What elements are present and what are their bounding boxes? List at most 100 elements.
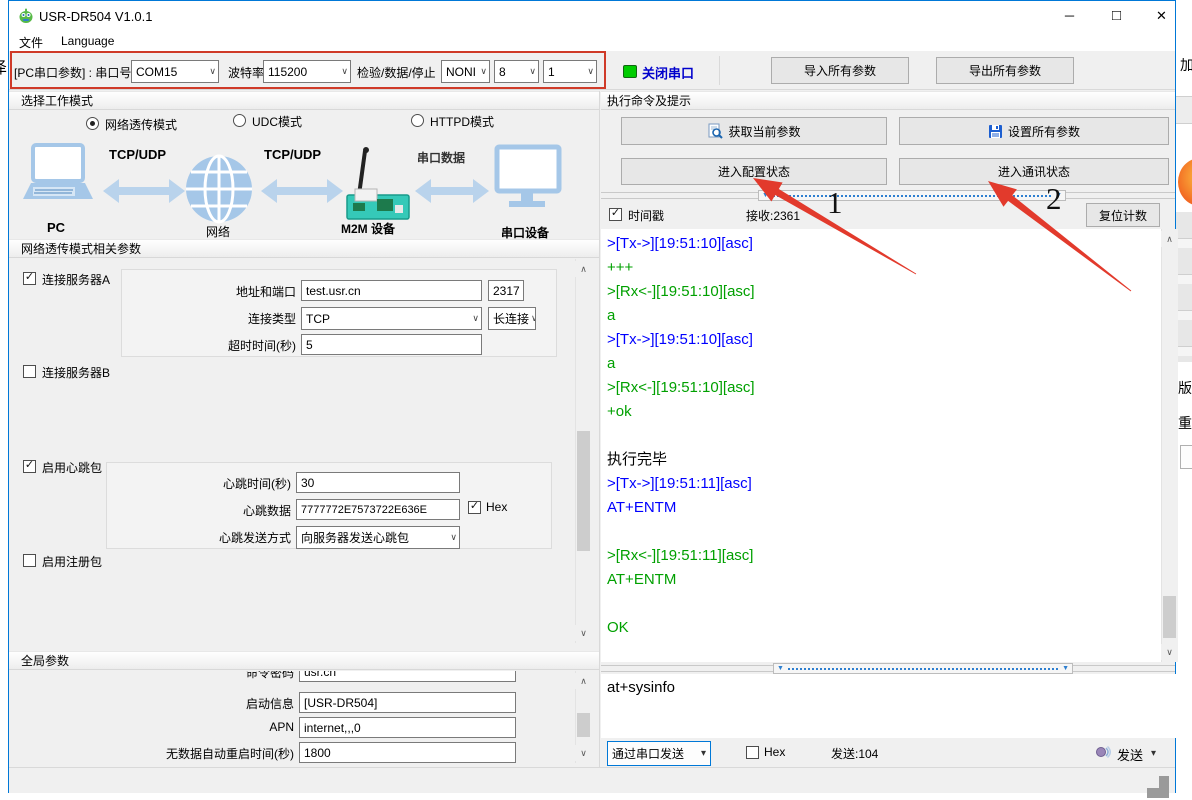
- chevron-down-icon: ∨: [529, 313, 536, 324]
- menu-file[interactable]: 文件: [19, 34, 43, 51]
- auto-restart-input[interactable]: 1800: [299, 742, 516, 763]
- send-via-select[interactable]: 通过串口发送 ▾: [607, 741, 711, 766]
- cmd-password-input[interactable]: usr.cn: [299, 671, 516, 682]
- log-line: [607, 424, 1161, 448]
- radio-udc-mode[interactable]: [233, 114, 246, 127]
- heartbeat-data-label: 心跳数据: [184, 502, 291, 519]
- stopbits-select[interactable]: 1∨: [543, 60, 597, 83]
- scrollbar-thumb[interactable]: [577, 713, 590, 737]
- parity-label: 检验/数据/停止: [357, 64, 436, 81]
- serverB-label: 连接服务器B: [42, 364, 110, 381]
- heartbeat-mode-select[interactable]: 向服务器发送心跳包∨: [296, 526, 460, 549]
- splitter-handle[interactable]: ▼ ▼: [758, 190, 1066, 201]
- register-checkbox[interactable]: ✓: [23, 554, 36, 567]
- splitter-handle[interactable]: ▼ ▼: [773, 663, 1073, 674]
- close-port-button[interactable]: 关闭串口: [642, 63, 694, 82]
- serial-device-icon: [497, 147, 559, 207]
- enter-config-button[interactable]: 进入配置状态: [621, 158, 887, 185]
- log-area[interactable]: >[Tx->][19:51:10][asc]+++>[Rx<-][19:51:1…: [601, 229, 1161, 662]
- scroll-up-button[interactable]: ∧: [575, 673, 592, 689]
- timestamp-checkbox[interactable]: ✓: [609, 208, 622, 221]
- toolbar: [PC串口参数] : 串口号 COM15∨ 波特率 115200∨ 检验/数据/…: [9, 51, 1175, 90]
- heartbeat-time-input[interactable]: 30: [296, 472, 460, 493]
- register-label: 启用注册包: [42, 553, 102, 570]
- menu-bar: 文件 Language: [9, 31, 1175, 51]
- serverA-label: 连接服务器A: [42, 271, 110, 288]
- send-dropdown-arrow-icon[interactable]: ▾: [1151, 748, 1156, 759]
- com-port-select[interactable]: COM15∨: [131, 60, 219, 83]
- conn-mode-select[interactable]: 长连接∨: [488, 307, 536, 330]
- radio-transparent-mode[interactable]: [86, 117, 99, 130]
- title-bar[interactable]: USR-DR504 V1.0.1 ─ □ ✕: [9, 1, 1175, 31]
- doc-search-icon: [707, 123, 723, 139]
- scroll-up-button[interactable]: ∧: [1161, 231, 1178, 247]
- collapse-triangle-icon: ▼: [777, 665, 784, 672]
- background-row-fragment: [1176, 212, 1192, 362]
- heartbeat-data-input[interactable]: 7777772E7573722E636E: [296, 499, 460, 520]
- import-params-button[interactable]: 导入所有参数: [771, 57, 909, 84]
- collapse-triangle-icon: ▼: [1062, 665, 1069, 672]
- scrollbar-thumb[interactable]: [577, 431, 590, 551]
- heartbeat-time-label: 心跳时间(秒): [184, 475, 291, 492]
- toolbar-divider: [719, 56, 720, 85]
- log-line: [607, 520, 1161, 544]
- heartbeat-label: 启用心跳包: [42, 459, 102, 476]
- log-line: >[Tx->][19:51:11][asc]: [607, 472, 1161, 496]
- auto-restart-label: 无数据自动重启时间(秒): [147, 745, 294, 762]
- global-params-clipped-row: 命令密码 usr.cn: [9, 671, 569, 686]
- serverB-checkbox[interactable]: ✓: [23, 365, 36, 378]
- send-sound-icon: [1095, 744, 1111, 760]
- serial-params-label: [PC串口参数] : 串口号: [14, 64, 131, 81]
- arrow-middle-icon: [261, 179, 343, 203]
- heartbeat-hex-checkbox[interactable]: ✓: [468, 501, 481, 514]
- log-line: >[Rx<-][19:51:10][asc]: [607, 280, 1161, 304]
- close-button[interactable]: ✕: [1139, 1, 1184, 30]
- apn-input[interactable]: internet,,,0: [299, 717, 516, 738]
- apn-label: APN: [224, 720, 294, 734]
- server-address-input[interactable]: test.usr.cn: [301, 280, 482, 301]
- scroll-down-button[interactable]: ∨: [1161, 644, 1178, 660]
- timeout-input[interactable]: 5: [301, 334, 482, 355]
- boot-info-input[interactable]: [USR-DR504]: [299, 692, 516, 713]
- baud-select[interactable]: 115200∨: [263, 60, 351, 83]
- export-params-button[interactable]: 导出所有参数: [936, 57, 1074, 84]
- m2m-device-icon: [347, 147, 409, 219]
- diagram-link3-label: 串口数据: [417, 149, 465, 166]
- background-left-fragment: 泽: [0, 54, 7, 78]
- parity-select[interactable]: NONI∨: [441, 60, 490, 83]
- send-button[interactable]: 发送: [1117, 745, 1143, 764]
- server-port-input[interactable]: 2317: [488, 280, 524, 301]
- scroll-down-button[interactable]: ∨: [575, 745, 592, 761]
- minimize-button[interactable]: ─: [1047, 1, 1092, 30]
- scrollbar-thumb[interactable]: [1163, 596, 1176, 638]
- scroll-up-button[interactable]: ∧: [575, 261, 592, 277]
- scroll-down-button[interactable]: ∨: [575, 625, 592, 641]
- databits-select[interactable]: 8∨: [494, 60, 539, 83]
- resize-grip[interactable]: [1145, 774, 1159, 788]
- app-window: USR-DR504 V1.0.1 ─ □ ✕ 文件 Language [PC串口…: [8, 0, 1176, 793]
- maximize-button[interactable]: □: [1094, 1, 1139, 30]
- pc-icon: [23, 145, 93, 199]
- heartbeat-hex-label: Hex: [486, 500, 507, 514]
- transparent-params-header: 网络透传模式相关参数: [9, 239, 599, 258]
- get-params-button[interactable]: 获取当前参数: [621, 117, 887, 145]
- chevron-down-icon: ∨: [478, 66, 487, 77]
- chevron-down-icon: ∨: [339, 66, 348, 77]
- send-input[interactable]: at+sysinfo: [601, 674, 1177, 738]
- serverA-checkbox[interactable]: ✓: [23, 272, 36, 285]
- log-line: +ok: [607, 400, 1161, 424]
- enter-comm-button[interactable]: 进入通讯状态: [899, 158, 1169, 185]
- conn-type-select[interactable]: TCP∨: [301, 307, 482, 330]
- heartbeat-checkbox[interactable]: ✓: [23, 460, 36, 473]
- menu-language[interactable]: Language: [61, 34, 114, 48]
- reset-count-button[interactable]: 复位计数: [1086, 203, 1160, 227]
- log-line: a: [607, 304, 1161, 328]
- log-line: >[Tx->][19:51:10][asc]: [607, 232, 1161, 256]
- timestamp-label: 时间戳: [628, 207, 664, 224]
- background-toolbar-fragment: [1176, 96, 1192, 124]
- set-params-button[interactable]: 设置所有参数: [899, 117, 1169, 145]
- app-icon: [18, 8, 34, 24]
- radio-httpd-mode[interactable]: [411, 114, 424, 127]
- send-hex-checkbox[interactable]: ✓: [746, 746, 759, 759]
- command-panel-header: 执行命令及提示: [601, 91, 1175, 110]
